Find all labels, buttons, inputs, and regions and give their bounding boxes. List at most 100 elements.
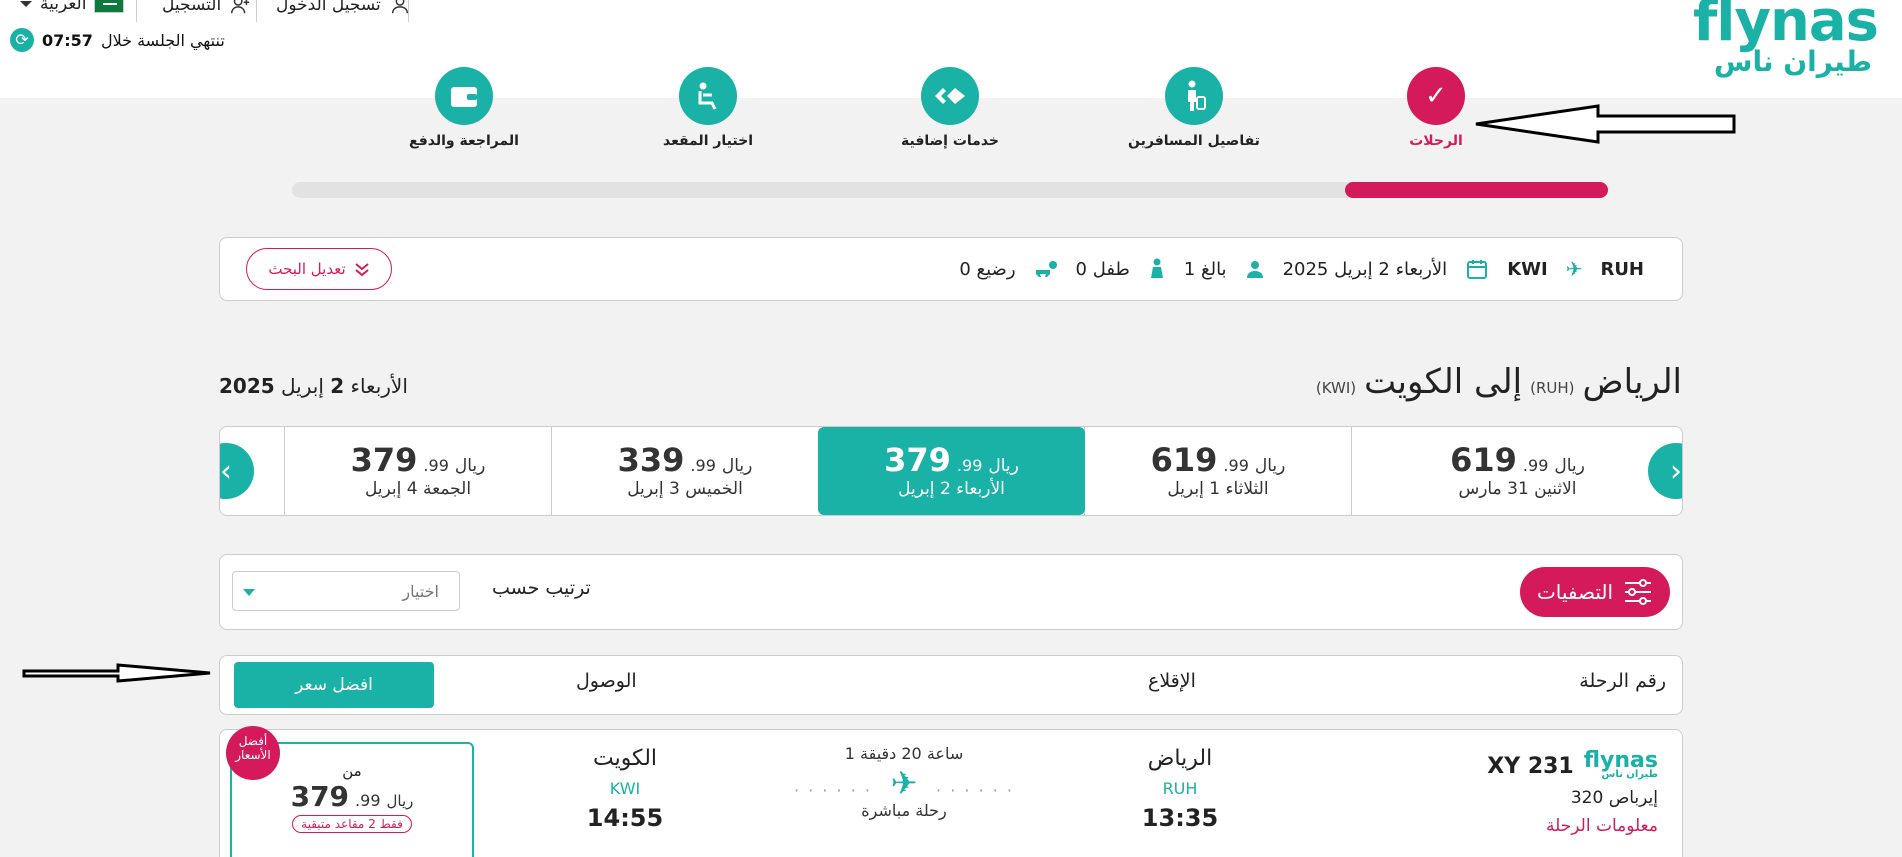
results-header: افضل سعر الوصول الإقلاع رقم الرحلة [219, 655, 1683, 715]
session-label: تنتهي الجلسة خلال [100, 30, 225, 50]
route-line: · · · · · · ✈ · · · · · · [794, 765, 1014, 801]
language-selector[interactable]: العربية [20, 0, 125, 14]
price-integer: 339 [617, 441, 685, 479]
plane-icon: ✈ [1565, 257, 1583, 281]
check-icon: ✓ [1407, 67, 1465, 125]
to-code: (KWI) [1315, 379, 1357, 397]
col-departure[interactable]: الإقلاع [1148, 670, 1196, 692]
flight-type: رحلة مباشرة [861, 801, 947, 820]
filters-button[interactable]: التصفيات [1520, 567, 1670, 617]
to-city: إلى الكويت [1364, 362, 1523, 402]
register-link[interactable]: التسجيل [162, 0, 251, 16]
adult-icon [1246, 261, 1263, 278]
currency: ريال [454, 456, 486, 476]
date-option[interactable]: 619 .99 ريال الاثنين 31 مارس [1351, 427, 1682, 515]
arrival-info: الكويت KWI 14:55 [565, 746, 685, 832]
price-integer: 379 [290, 780, 350, 813]
travel-date: الأربعاء 2 إبريل 2025 [1282, 258, 1448, 280]
filter-bar: التصفيات ترتيب حسب اختيار [219, 554, 1683, 630]
date-label: الاثنين 31 مارس [1458, 479, 1577, 499]
sliders-icon [1625, 579, 1652, 605]
badge-line: الأسعار [235, 748, 271, 762]
modify-search-label: تعديل البحث [268, 260, 346, 278]
modify-search-button[interactable]: تعديل البحث [246, 248, 392, 290]
date-option[interactable]: 339 .99 ريال الخميس 3 إبريل [551, 427, 818, 515]
progress-bar [292, 182, 1608, 198]
flynas-mini-logo: flynas طيران ناس [1584, 750, 1658, 780]
date-label: الأربعاء 2 إبريل [898, 479, 1005, 499]
price-decimal: .99 [355, 791, 381, 810]
step-seat[interactable]: اختيار المقعد [638, 67, 778, 149]
date-price: 379 .99 ريال [285, 441, 551, 479]
destination-code: KWI [1507, 258, 1548, 280]
filters-label: التصفيات [1536, 580, 1614, 604]
flight-number-info: flynas طيران ناس XY 231 إيرباص 320 معلوم… [1487, 750, 1658, 837]
price-integer: 619 [1450, 441, 1517, 479]
saudi-flag-icon [94, 0, 125, 13]
session-timer: ⟳ 07:57 تنتهي الجلسة خلال [10, 28, 225, 52]
date-label: الخميس 3 إبريل [627, 479, 743, 499]
date-label: الجمعة 4 إبريل [364, 479, 472, 499]
route-heading: الرياض (RUH) إلى الكويت (KWI) [1316, 362, 1682, 402]
price-decimal: .99 [1223, 456, 1249, 475]
currency: ريال [1554, 456, 1585, 476]
col-arrival[interactable]: الوصول [576, 670, 637, 692]
flynas-logo[interactable]: flynas طيران ناس [1688, 0, 1879, 84]
step-label: اختيار المقعد [662, 133, 753, 149]
price-decimal: .99 [1522, 456, 1549, 475]
date-day: 2 [330, 374, 345, 398]
login-link[interactable]: تسجيل الدخول [276, 0, 411, 16]
route-date: الأربعاء 2 إبريل 2025 [219, 374, 408, 398]
double-chevron-down-icon [354, 263, 369, 277]
user-add-icon [231, 0, 250, 14]
arrival-time: 14:55 [586, 804, 664, 832]
step-passengers[interactable]: تفاصيل المسافرين [1124, 67, 1264, 149]
flight-info-link[interactable]: معلومات الرحلة [1487, 816, 1658, 836]
adults-count: 1 بالغ [1183, 258, 1227, 280]
origin-code: RUH [1600, 258, 1644, 280]
extras-icon [921, 67, 979, 125]
step-review-payment[interactable]: المراجعة والدفع [394, 67, 534, 149]
dotted-line: · · · · · · [936, 781, 1014, 800]
refresh-icon[interactable]: ⟳ [10, 28, 34, 52]
annotation-arrow [1475, 104, 1736, 144]
best-price-button[interactable]: افضل سعر [234, 662, 434, 708]
step-label: تفاصيل المسافرين [1128, 133, 1260, 149]
departure-info: الرياض RUH 13:35 [1120, 746, 1240, 832]
chevron-left-icon[interactable]: ‹ [220, 443, 254, 499]
date-label: الثلاثاء 1 إبريل [1167, 479, 1269, 499]
date-price: 379 .99 ريال [818, 441, 1085, 479]
divider [408, 0, 409, 22]
date-carousel: 619 .99 ريال الاثنين 31 مارس 619 .99 ريال … [219, 426, 1683, 516]
flight-number: XY 231 [1487, 753, 1574, 779]
step-label: المراجعة والدفع [409, 133, 519, 149]
sort-placeholder: اختيار [402, 582, 439, 601]
divider [136, 0, 137, 22]
date-price: 619 .99 ريال [1085, 441, 1351, 479]
aircraft-type: إيرباص 320 [1570, 788, 1658, 808]
logo-arabic: طيران ناس [1713, 45, 1872, 78]
date-option[interactable]: 619 .99 ريال الثلاثاء 1 إبريل [1084, 427, 1351, 515]
step-label: خدمات إضافية [901, 133, 999, 149]
fare-price: 379 .99 ريال [232, 780, 472, 813]
children-count: 0 طفل [1075, 258, 1130, 280]
currency: ريال [988, 456, 1019, 476]
session-countdown: 07:57 [42, 30, 93, 50]
infants-count: 0 رضيع [959, 258, 1016, 280]
duration-text: 1 ساعة 20 دقيقة [844, 744, 964, 763]
date-option[interactable]: 379 .99 ريال الجمعة 4 إبريل [284, 427, 551, 515]
sort-label: ترتيب حسب [492, 577, 591, 599]
flight-card: من 379.99 ريال فقط 2 مقاعد متبقية أفضل ا… [219, 726, 1683, 857]
price-integer: 379 [350, 441, 418, 479]
date-price: 339 .99 ريال [552, 441, 818, 479]
col-flight-number[interactable]: رقم الرحلة [1579, 670, 1666, 692]
date-option-selected[interactable]: 379 .99 ريال الأربعاء 2 إبريل [818, 427, 1085, 515]
language-label: العربية [40, 0, 87, 14]
arrival-code: KWI [609, 779, 641, 798]
sort-dropdown[interactable]: اختيار [232, 571, 460, 611]
flight-duration: 1 ساعة 20 دقيقة · · · · · · ✈ · · · · · … [794, 744, 1014, 820]
step-extras[interactable]: خدمات إضافية [880, 67, 1020, 149]
price-decimal: .99 [423, 456, 449, 475]
from-city: الرياض [1582, 362, 1683, 402]
date-year: 2025 [219, 374, 275, 398]
